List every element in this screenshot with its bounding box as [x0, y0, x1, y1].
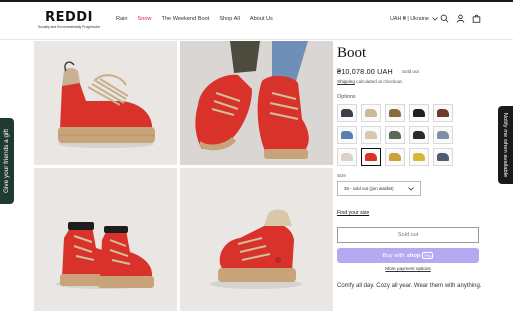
color-swatch[interactable] — [385, 148, 405, 166]
boot-thumbnail — [365, 131, 377, 139]
notify-side-tab[interactable]: Notify me when available — [498, 106, 513, 184]
boot-thumbnail — [437, 153, 449, 161]
boot-thumbnail — [389, 131, 401, 139]
boot-thumbnail — [365, 109, 377, 117]
notify-side-tab-label: Notify me when available — [502, 112, 508, 178]
color-swatch[interactable] — [409, 126, 429, 144]
nav-snow[interactable]: Snow — [138, 16, 152, 22]
shop-pay-suffix: Pay — [422, 252, 434, 259]
product-photo-side[interactable] — [34, 41, 177, 165]
logo-text: REDDI — [45, 10, 93, 25]
logo-tagline: Socially and Environmentally Progressive — [37, 25, 101, 29]
shop-pay-prefix: Buy with — [382, 252, 405, 259]
boot-pair-image — [34, 168, 177, 311]
site-header: REDDI Socially and Environmentally Progr… — [0, 2, 513, 40]
shipping-note: Shipping calculated at checkout. — [337, 79, 487, 84]
product-photo-worn[interactable] — [180, 41, 333, 165]
gift-side-tab-label: Give your friends a gift — [3, 129, 10, 193]
color-swatch[interactable] — [337, 126, 357, 144]
boot-thumbnail — [413, 131, 425, 139]
boot-worn-image — [180, 41, 333, 165]
color-swatch[interactable] — [337, 148, 357, 166]
product-photo-back[interactable] — [180, 168, 333, 311]
shop-pay-logo: shop — [406, 252, 421, 259]
boot-thumbnail — [389, 109, 401, 117]
chevron-down-icon — [408, 186, 414, 191]
product-title: Boot — [337, 45, 367, 61]
more-payment-options-link[interactable]: More payment options — [337, 266, 479, 271]
color-swatch[interactable] — [433, 126, 453, 144]
color-swatch[interactable] — [433, 148, 453, 166]
find-your-size-link[interactable]: Find your size — [337, 210, 487, 216]
color-swatch[interactable] — [385, 104, 405, 122]
color-swatch[interactable] — [361, 104, 381, 122]
sold-out-badge: Sold out — [401, 69, 419, 74]
boot-thumbnail — [341, 109, 353, 117]
color-swatch[interactable] — [433, 104, 453, 122]
nav-shop-all[interactable]: Shop All — [219, 16, 240, 22]
boot-side-image — [34, 41, 177, 165]
logo[interactable]: REDDI Socially and Environmentally Progr… — [34, 10, 104, 30]
shipping-link[interactable]: Shipping — [337, 79, 355, 84]
shipping-text: calculated at checkout. — [354, 79, 403, 84]
search-icon[interactable] — [440, 14, 449, 23]
color-swatch[interactable] — [337, 104, 357, 122]
nav-weekend-boot[interactable]: The Weekend Boot — [162, 16, 210, 22]
color-swatch[interactable] — [409, 148, 429, 166]
boot-thumbnail — [341, 131, 353, 139]
size-label: Size — [337, 173, 346, 178]
boot-thumbnail — [389, 153, 401, 161]
boot-thumbnail — [437, 131, 449, 139]
color-swatch[interactable] — [361, 148, 381, 166]
boot-thumbnail — [413, 109, 425, 117]
color-swatch[interactable] — [409, 104, 429, 122]
product-photo-pair[interactable] — [34, 168, 177, 311]
locale-selector[interactable]: UAH ₴ | Ukraine — [390, 16, 438, 22]
color-swatch[interactable] — [385, 126, 405, 144]
gift-side-tab[interactable]: Give your friends a gift — [0, 118, 14, 204]
account-icon[interactable] — [456, 14, 465, 23]
chevron-down-icon — [432, 17, 438, 21]
boot-thumbnail — [365, 153, 377, 161]
boot-thumbnail — [413, 153, 425, 161]
nav-rain[interactable]: Rain — [116, 16, 128, 22]
boot-thumbnail — [341, 153, 353, 161]
main-nav: Rain Snow The Weekend Boot Shop All Abou… — [116, 16, 273, 22]
header-icons — [440, 14, 481, 23]
price-row: ₴10,078.00 UAH Sold out — [337, 67, 487, 76]
product-info: Boot ₴10,078.00 UAH Sold out Shipping ca… — [337, 41, 487, 291]
boot-back-image — [180, 168, 333, 311]
size-select[interactable]: 36 - sold out (join waitlist) — [337, 181, 421, 196]
locale-label: UAH ₴ | Ukraine — [390, 16, 429, 22]
cart-icon[interactable] — [472, 14, 481, 23]
size-select-value: 36 - sold out (join waitlist) — [344, 186, 394, 191]
nav-about-us[interactable]: About Us — [250, 16, 273, 22]
color-swatch[interactable] — [361, 126, 381, 144]
product-price: ₴10,078.00 UAH — [337, 67, 393, 76]
color-swatches — [337, 104, 487, 166]
shop-pay-button[interactable]: Buy with shop Pay — [337, 248, 479, 263]
sold-out-button[interactable]: Sold out — [337, 227, 479, 243]
product-description: Comfy all day. Cozy all year. Wear them … — [337, 283, 482, 289]
boot-thumbnail — [437, 109, 449, 117]
options-label: Options — [337, 94, 356, 100]
